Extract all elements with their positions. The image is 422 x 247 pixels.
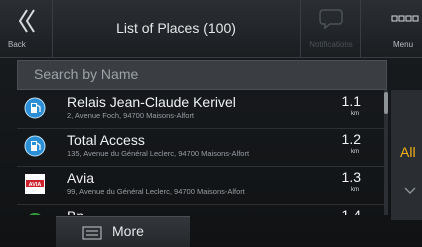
place-distance: 1.3 [341,169,361,185]
search-placeholder: Search by Name [34,66,139,82]
place-name: Relais Jean-Claude Kerivel [67,94,236,110]
filter-all-label: All [400,144,416,160]
more-button[interactable]: More [56,216,190,247]
distance-unit: km [351,149,359,155]
list-icon [82,226,102,240]
list-item[interactable]: Total Access 135, Avenue du Général Lecl… [17,128,385,167]
list-item[interactable]: Relais Jean-Claude Kerivel 2, Avenue Foc… [17,90,385,129]
menu-grid-icon [391,15,419,22]
place-name: Avia [67,170,94,186]
place-name: Bp [67,208,84,215]
distance-unit: km [351,187,359,193]
notifications-button[interactable]: Notifications [300,0,361,57]
speech-bubble-icon [319,9,343,30]
place-name: Total Access [67,132,145,148]
back-label: Back [8,40,26,49]
filter-panel[interactable]: All [391,90,422,220]
page-title: List of Places (100) [116,20,236,36]
bp-logo-icon [29,213,41,215]
fuel-station-icon [24,135,46,157]
place-address: 99, Avenue du Général Leclerc, 94700 Mai… [67,187,245,196]
more-label: More [112,223,144,239]
search-field[interactable]: Search by Name [17,60,387,90]
place-address: 135, Avenue du Général Leclerc, 94700 Ma… [67,149,250,158]
place-address: 2, Avenue Foch, 94700 Maisons-Alfort [67,111,195,120]
app-screen: Back List of Places (100) Notifications … [0,0,422,247]
scrollbar-thumb[interactable] [384,92,388,114]
menu-label: Menu [393,40,414,49]
svg-text:AVIA: AVIA [29,182,42,188]
avia-logo-icon: AVIA [25,174,45,194]
list-item[interactable]: Bp 1.4 [17,204,385,215]
fuel-station-icon [24,97,46,119]
notifications-label: Notifications [309,40,353,49]
double-chevron-left-icon [18,9,35,33]
chevron-down-icon [404,187,416,194]
list-item[interactable]: AVIA Avia 99, Avenue du Général Leclerc,… [17,166,385,205]
distance-unit: km [351,111,359,117]
places-list: Relais Jean-Claude Kerivel 2, Avenue Foc… [17,90,385,215]
place-distance: 1.2 [341,131,361,147]
header-bar: Back List of Places (100) Notifications … [0,0,422,58]
back-button[interactable]: Back [0,0,53,57]
menu-button[interactable]: Menu [360,0,422,57]
place-distance: 1.1 [341,93,361,109]
place-distance: 1.4 [341,207,361,215]
